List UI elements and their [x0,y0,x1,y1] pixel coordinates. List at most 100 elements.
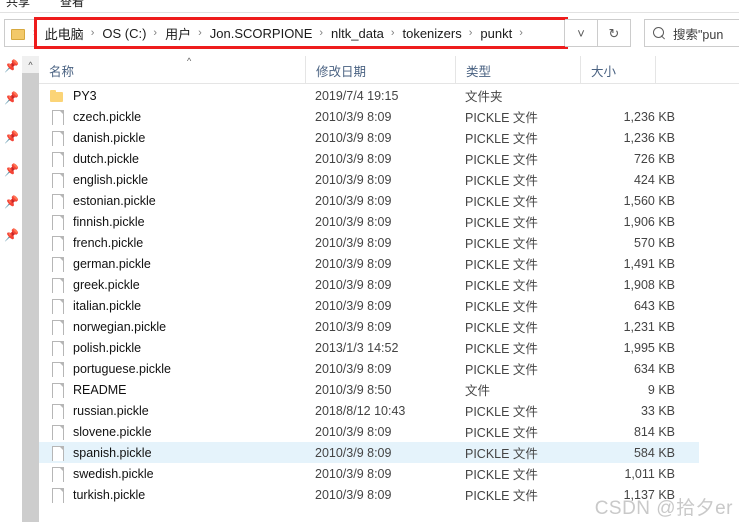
breadcrumb-item-users[interactable]: 用户 [164,24,192,43]
ribbon-tab-share[interactable]: 共享 [6,0,30,10]
file-name-cell[interactable]: finnish.pickle [49,214,299,230]
file-row[interactable]: turkish.pickle 2010/3/9 8:09 PICKLE 文件 1,13… [39,484,699,505]
file-row[interactable]: slovene.pickle 2010/3/9 8:09 PICKLE 文件 814 … [39,421,699,442]
file-date-cell: 2010/3/9 8:09 [315,298,392,313]
file-name-cell[interactable]: danish.pickle [49,130,299,146]
breadcrumb-separator[interactable]: › [513,27,530,39]
address-history-button[interactable]: ˅ [565,19,598,47]
file-row[interactable]: polish.pickle 2013/1/3 14:52 PICKLE 文件 1,99… [39,337,699,358]
file-row[interactable]: german.pickle 2010/3/9 8:09 PICKLE 文件 1,491… [39,253,699,274]
file-row[interactable]: greek.pickle 2010/3/9 8:09 PICKLE 文件 1,908 … [39,274,699,295]
breadcrumb-item-tokenizers[interactable]: tokenizers [401,26,462,41]
file-row[interactable]: estonian.pickle 2010/3/9 8:09 PICKLE 文件 1,5… [39,190,699,211]
file-size-cell: 1,231 KB [623,319,675,334]
column-header-date-modified[interactable]: 修改日期 [305,56,455,84]
file-name-label: czech.pickle [73,109,142,124]
file-type-cell: PICKLE 文件 [465,195,538,209]
file-list[interactable]: PY3 2019/7/4 19:15 文件夹 czech.pickle 2010/3/9… [39,85,739,522]
pin-icon[interactable]: 📌 [4,164,19,177]
file-row[interactable]: danish.pickle 2010/3/9 8:09 PICKLE 文件 1,236… [39,127,699,148]
file-name-cell[interactable]: spanish.pickle [49,445,299,461]
file-name-label: slovene.pickle [73,424,152,439]
breadcrumb-separator[interactable]: › [192,27,209,39]
file-row[interactable]: portuguese.pickle 2010/3/9 8:09 PICKLE 文件 6… [39,358,699,379]
file-name-cell[interactable]: russian.pickle [49,403,299,419]
file-type-cell: PICKLE 文件 [465,363,538,377]
file-date-cell: 2013/1/3 14:52 [315,340,399,355]
file-type-cell: PICKLE 文件 [465,279,538,293]
file-name-cell[interactable]: slovene.pickle [49,424,299,440]
file-icon [49,298,65,314]
breadcrumb-separator[interactable]: › [85,27,102,39]
breadcrumb-item-jon-scorpione[interactable]: Jon.SCORPIONE [209,26,314,41]
file-name-cell[interactable]: turkish.pickle [49,487,299,503]
file-row[interactable]: README 2010/3/9 8:50 文件 9 KB [39,379,699,400]
chevron-up-icon[interactable]: ^ [22,56,39,73]
file-name-cell[interactable]: norwegian.pickle [49,319,299,335]
file-type-cell: PICKLE 文件 [465,405,538,419]
file-name-cell[interactable]: english.pickle [49,172,299,188]
file-name-cell[interactable]: estonian.pickle [49,193,299,209]
ribbon-tab-view[interactable]: 查看 [60,0,84,10]
file-type-cell: PICKLE 文件 [465,132,538,146]
file-name-cell[interactable]: portuguese.pickle [49,361,299,377]
file-name-cell[interactable]: PY3 [49,88,299,104]
file-size-cell: 1,011 KB [624,466,675,481]
file-row[interactable]: french.pickle 2010/3/9 8:09 PICKLE 文件 570 K… [39,232,699,253]
breadcrumb-separator[interactable]: › [147,27,164,39]
file-row[interactable]: czech.pickle 2010/3/9 8:09 PICKLE 文件 1,236 … [39,106,699,127]
file-name-cell[interactable]: german.pickle [49,256,299,272]
vertical-scrollbar[interactable]: ^ [22,56,39,522]
breadcrumb-separator[interactable]: › [385,27,402,39]
file-row[interactable]: finnish.pickle 2010/3/9 8:09 PICKLE 文件 1,90… [39,211,699,232]
pin-icon[interactable]: 📌 [4,131,19,144]
file-icon [49,466,65,482]
pin-icon[interactable]: 📌 [4,229,19,242]
file-row[interactable]: italian.pickle 2010/3/9 8:09 PICKLE 文件 643 … [39,295,699,316]
file-size-cell: 584 KB [633,445,675,460]
file-name-cell[interactable]: french.pickle [49,235,299,251]
file-name-cell[interactable]: italian.pickle [49,298,299,314]
file-row[interactable]: PY3 2019/7/4 19:15 文件夹 [39,85,699,106]
column-header-type[interactable]: 类型 [455,56,580,84]
file-row[interactable]: swedish.pickle 2010/3/9 8:09 PICKLE 文件 1,01… [39,463,699,484]
file-row[interactable]: norwegian.pickle 2010/3/9 8:09 PICKLE 文件 1,… [39,316,699,337]
file-size-cell: 9 KB [647,382,675,397]
breadcrumb-item-this-pc[interactable]: 此电脑 [44,24,85,43]
pin-icon[interactable]: 📌 [4,92,19,105]
file-row[interactable]: russian.pickle 2018/8/12 10:43 PICKLE 文件 33… [39,400,699,421]
column-header-size[interactable]: 大小 [580,56,655,84]
file-name-cell[interactable]: README [49,382,299,398]
file-type-cell: PICKLE 文件 [465,300,538,314]
file-date-cell: 2010/3/9 8:09 [315,319,392,334]
file-name-label: portuguese.pickle [73,361,171,376]
file-name-cell[interactable]: dutch.pickle [49,151,299,167]
file-name-label: PY3 [73,88,97,103]
file-row[interactable]: dutch.pickle 2010/3/9 8:09 PICKLE 文件 726 KB [39,148,699,169]
breadcrumb-item-punkt[interactable]: punkt [479,26,513,41]
file-name-cell[interactable]: polish.pickle [49,340,299,356]
file-name-cell[interactable]: czech.pickle [49,109,299,125]
file-icon [49,403,65,419]
scrollbar-thumb[interactable] [22,73,39,522]
column-header-name[interactable]: 名称 [39,56,305,84]
file-row[interactable]: spanish.pickle 2010/3/9 8:09 PICKLE 文件 584 … [39,442,699,463]
file-type-cell: PICKLE 文件 [465,468,538,482]
file-name-cell[interactable]: greek.pickle [49,277,299,293]
file-type-cell: PICKLE 文件 [465,258,538,272]
pin-icon[interactable]: 📌 [4,196,19,209]
breadcrumb-separator[interactable]: › [463,27,480,39]
file-name-label: finnish.pickle [73,214,145,229]
refresh-button[interactable]: ↻ [598,19,631,47]
breadcrumb-item-os-c[interactable]: OS (C:) [101,26,147,41]
breadcrumb-item-nltk-data[interactable]: nltk_data [330,26,385,41]
file-name-cell[interactable]: swedish.pickle [49,466,299,482]
search-input[interactable]: 搜索"pun [644,19,739,47]
file-row[interactable]: english.pickle 2010/3/9 8:09 PICKLE 文件 424 … [39,169,699,190]
file-size-cell: 814 KB [633,424,675,439]
file-icon [49,277,65,293]
file-icon [49,130,65,146]
breadcrumb-separator[interactable]: › [313,27,330,39]
breadcrumb[interactable]: › 此电脑 › OS (C:) › 用户 › Jon.SCORPIONE › n… [4,19,565,47]
pin-icon[interactable]: 📌 [4,60,19,73]
